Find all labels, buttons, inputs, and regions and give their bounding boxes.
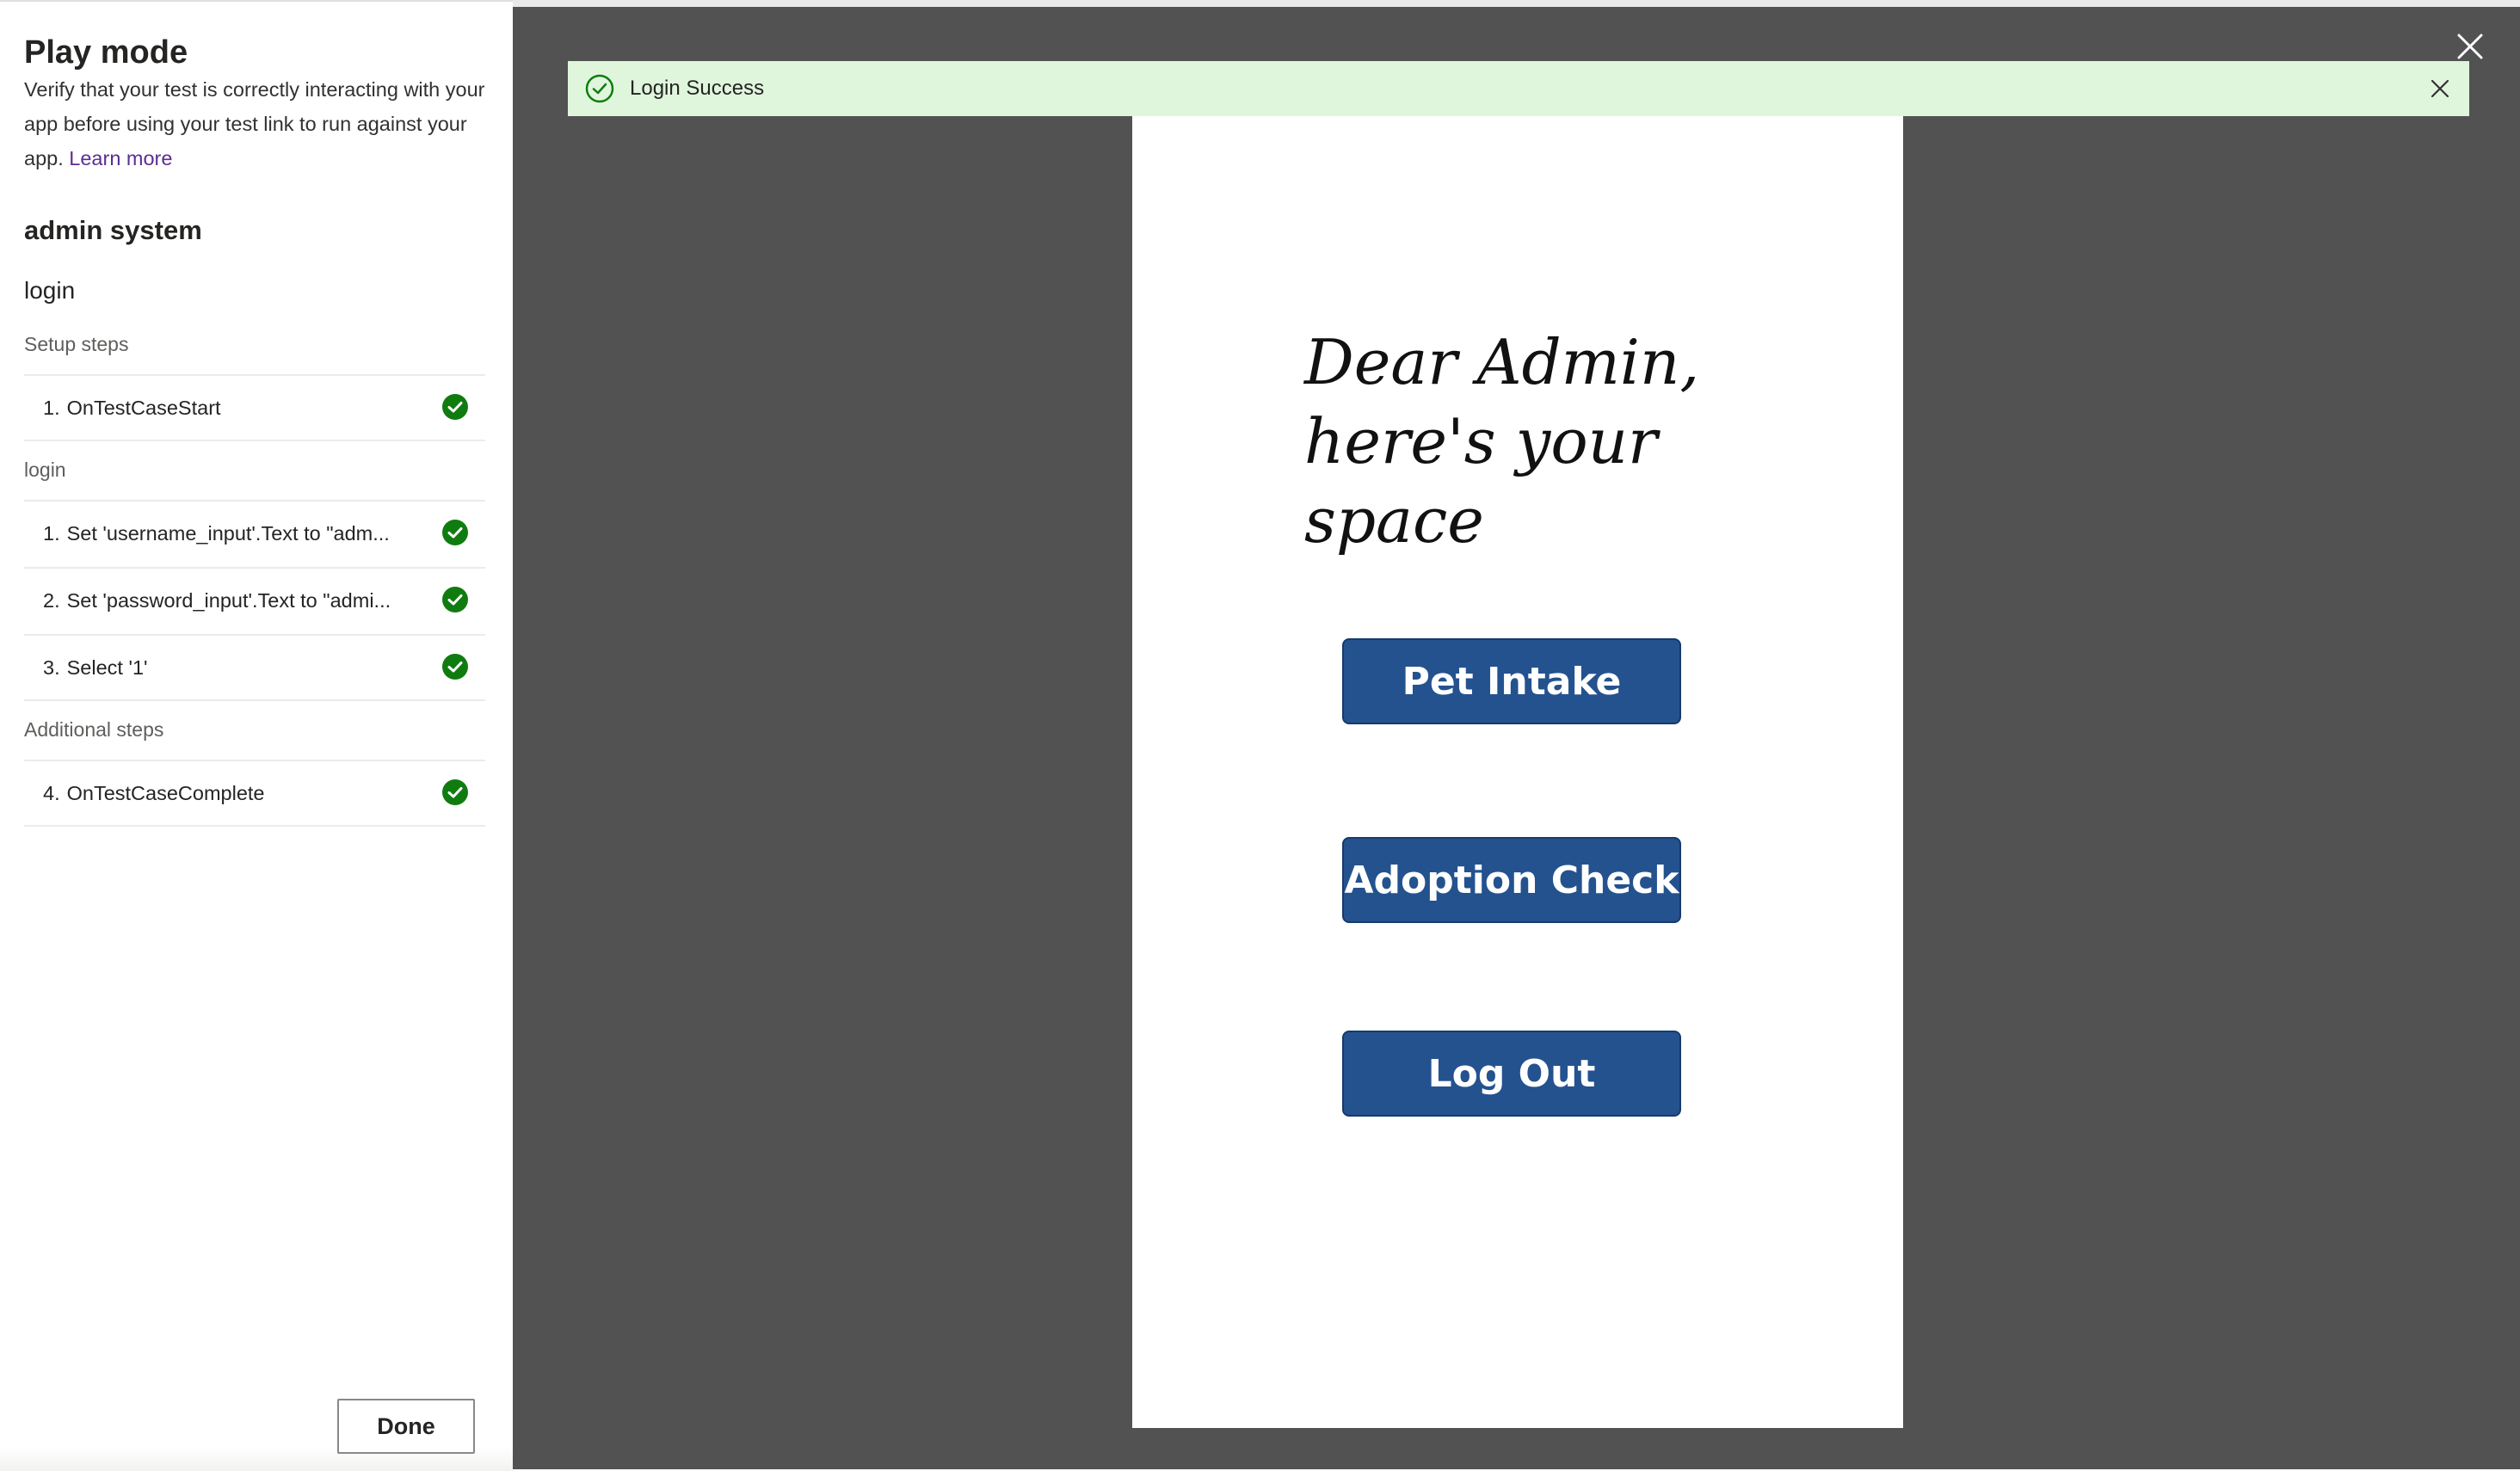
- section-label-login: login: [24, 459, 66, 481]
- step-label: Set 'password_input'.Text to "admi...: [66, 589, 391, 612]
- step-number: 4.: [43, 782, 60, 804]
- log-out-button[interactable]: Log Out: [1342, 1031, 1681, 1117]
- step-row-additional-4[interactable]: 4. OnTestCaseComplete: [24, 760, 485, 827]
- check-circle-icon: [442, 587, 468, 612]
- step-label: OnTestCaseStart: [66, 397, 221, 419]
- section-label-additional-steps: Additional steps: [24, 718, 164, 741]
- step-number: 1.: [43, 522, 60, 545]
- step-row-setup-1[interactable]: 1. OnTestCaseStart: [24, 374, 485, 441]
- panel-title: Play mode: [24, 34, 188, 71]
- step-text: 1. OnTestCaseStart: [43, 376, 221, 440]
- step-text: 4. OnTestCaseComplete: [43, 761, 265, 825]
- step-text: 2. Set 'password_input'.Text to "admi...: [43, 569, 391, 632]
- success-notification-bar: Login Success: [568, 61, 2469, 116]
- step-text: 3. Select '1': [43, 636, 148, 699]
- section-label-setup-steps: Setup steps: [24, 333, 129, 355]
- notification-text: Login Success: [630, 77, 765, 100]
- panel-description: Verify that your test is correctly inter…: [24, 72, 489, 175]
- step-row-login-3[interactable]: 3. Select '1': [24, 634, 485, 701]
- app-screen: Dear Admin, here's your space Pet Intake…: [1132, 116, 1903, 1428]
- adoption-check-button[interactable]: Adoption Check: [1342, 837, 1681, 923]
- app-preview-stage: Login Success Dear Admin, here's your sp…: [513, 0, 2520, 1469]
- done-button[interactable]: Done: [337, 1399, 475, 1454]
- test-case-name: login: [24, 277, 76, 304]
- dismiss-icon[interactable]: [2430, 78, 2450, 99]
- step-number: 1.: [43, 397, 60, 419]
- play-mode-panel: Play mode Verify that your test is corre…: [0, 0, 513, 1471]
- step-number: 3.: [43, 656, 60, 679]
- check-circle-icon: [442, 520, 468, 545]
- step-number: 2.: [43, 589, 60, 612]
- step-row-login-1[interactable]: 1. Set 'username_input'.Text to "adm...: [24, 500, 485, 565]
- step-label: OnTestCaseComplete: [66, 782, 265, 804]
- check-circle-icon: [442, 394, 468, 420]
- step-label: Set 'username_input'.Text to "adm...: [66, 522, 390, 545]
- step-row-login-2[interactable]: 2. Set 'password_input'.Text to "admi...: [24, 567, 485, 632]
- step-text: 1. Set 'username_input'.Text to "adm...: [43, 502, 390, 565]
- greeting-heading: Dear Admin, here's your space: [1304, 323, 1838, 560]
- check-circle-icon: [585, 74, 614, 103]
- greeting-line-1: Dear Admin,: [1304, 326, 1700, 398]
- greeting-line-2: here's your space: [1304, 405, 1658, 557]
- pet-intake-button[interactable]: Pet Intake: [1342, 638, 1681, 724]
- test-suite-name: admin system: [24, 215, 202, 245]
- learn-more-link[interactable]: Learn more: [69, 147, 172, 169]
- check-circle-icon: [442, 779, 468, 805]
- step-label: Select '1': [66, 656, 148, 679]
- close-icon[interactable]: [2455, 31, 2486, 62]
- check-circle-icon: [442, 654, 468, 680]
